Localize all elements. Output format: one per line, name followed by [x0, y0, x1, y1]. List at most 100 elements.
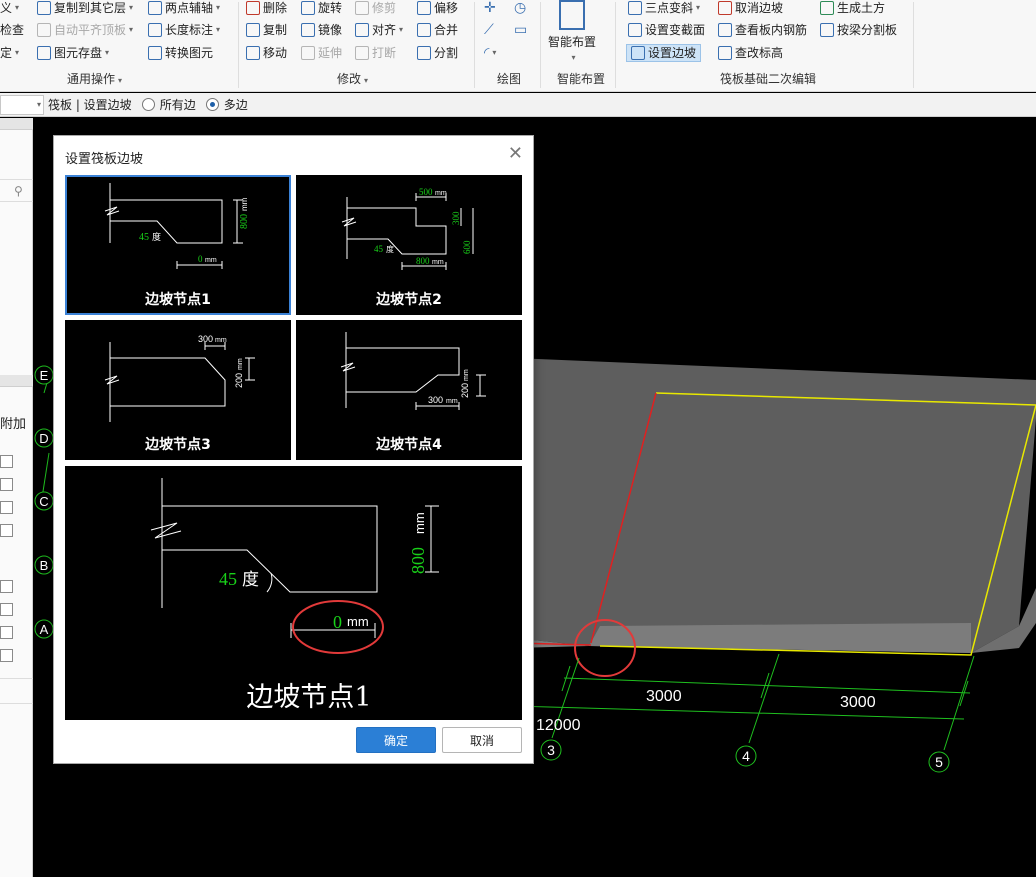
- svg-text:度: 度: [242, 570, 259, 590]
- slope-node-option-3[interactable]: 300 mm 200 mm 边坡节点3: [65, 320, 291, 460]
- group-separator: [615, 2, 616, 88]
- check-button[interactable]: 检查: [0, 22, 24, 38]
- slope-node-option-4[interactable]: 200 mm 300 mm 边坡节点4: [296, 320, 522, 460]
- length-dimension-button[interactable]: 长度标注 ▾: [148, 22, 220, 38]
- rectangle-icon: ▭: [514, 22, 528, 38]
- copy-to-layer-button[interactable]: 复制到其它层 ▾: [37, 0, 133, 16]
- extend-button[interactable]: 延伸: [301, 45, 342, 61]
- move-icon: [246, 46, 260, 60]
- checkbox[interactable]: [0, 455, 13, 468]
- line-draw-button[interactable]: ⟋: [484, 22, 494, 38]
- slope-node-option-2[interactable]: 500 mm 300 600 45 度 800 mm 边坡节点2: [296, 175, 522, 315]
- slope-node-preview[interactable]: 45 度 800 mm 0 mm 边坡节点1: [65, 466, 522, 720]
- slope-node-option-1[interactable]: 45 度 800 mm 0 mm 边坡节点1: [65, 175, 291, 315]
- generate-earthwork-button[interactable]: 生成土方: [820, 0, 885, 16]
- radio-all-edges[interactable]: [141, 98, 155, 111]
- point-draw-button[interactable]: ✛: [484, 0, 496, 16]
- checkbox[interactable]: [0, 478, 13, 491]
- radio-all-edges-label[interactable]: 所有边: [160, 96, 196, 113]
- svg-text:45: 45: [139, 232, 149, 243]
- slope-node-1-diagram: 45 度 800 mm 0 mm 边坡节点1: [104, 183, 250, 308]
- trim-icon: [355, 1, 369, 15]
- svg-text:mm: mm: [412, 512, 427, 534]
- axis-label-5: 5: [935, 754, 943, 770]
- merge-button[interactable]: 合并: [417, 22, 458, 38]
- two-point-axis-button[interactable]: 两点辅轴 ▾: [148, 0, 220, 16]
- dimension-line: [513, 705, 965, 720]
- set-edge-slope-button[interactable]: 设置边坡: [626, 44, 702, 62]
- cancel-slope-icon: [718, 1, 732, 15]
- align-icon: [355, 23, 369, 37]
- cancel-edge-slope-button[interactable]: 取消边坡: [718, 0, 783, 16]
- svg-text:45: 45: [219, 569, 237, 589]
- beam-split-icon: [820, 23, 834, 37]
- set-section-change-button[interactable]: 设置变截面: [628, 22, 705, 38]
- cut-off-label-1[interactable]: 义 ▾: [0, 0, 19, 16]
- offset-button[interactable]: 偏移: [417, 0, 458, 16]
- slope-node-2-label: 边坡节点2: [375, 291, 442, 308]
- radio-multi-edges[interactable]: [205, 98, 219, 111]
- copy-button[interactable]: 复制: [246, 22, 287, 38]
- copy-layer-icon: [37, 1, 51, 15]
- slope-node-4-diagram: 200 mm 300 mm 边坡节点4: [340, 332, 486, 453]
- convert-element-button[interactable]: 转换图元: [148, 45, 213, 61]
- svg-text:mm: mm: [432, 259, 444, 266]
- circle-draw-button[interactable]: ◷: [514, 0, 526, 16]
- svg-text:mm: mm: [446, 398, 458, 405]
- panel-row[interactable]: [0, 158, 33, 180]
- trim-button[interactable]: 修剪: [355, 0, 396, 16]
- svg-text:度: 度: [386, 244, 394, 254]
- layer-combo[interactable]: ▾: [0, 94, 44, 115]
- group-separator: [540, 2, 541, 88]
- svg-text:800: 800: [239, 214, 250, 229]
- axis-label-a: A: [40, 622, 49, 637]
- checkbox[interactable]: [0, 524, 13, 537]
- svg-text:mm: mm: [237, 358, 244, 370]
- cut-off-label-3[interactable]: 定 ▾: [0, 45, 19, 61]
- auto-align-top-button[interactable]: 自动平齐顶板 ▾: [37, 22, 133, 38]
- view-elevation-button[interactable]: 查改标高: [718, 45, 783, 61]
- radio-multi-edges-label[interactable]: 多边: [224, 96, 248, 113]
- mirror-button[interactable]: 镜像: [301, 22, 342, 38]
- convert-icon: [148, 46, 162, 60]
- circle-icon: ◷: [514, 0, 527, 16]
- delete-icon: [246, 1, 260, 15]
- break-button[interactable]: 打断: [355, 45, 396, 61]
- cancel-button[interactable]: 取消: [442, 727, 522, 753]
- extend-icon: [301, 46, 315, 60]
- checkbox[interactable]: [0, 580, 13, 593]
- checkbox[interactable]: [0, 626, 13, 639]
- slope-node-4-label: 边坡节点4: [375, 436, 442, 453]
- split-by-beam-button[interactable]: 按梁分割板: [820, 22, 897, 38]
- smart-layout-button[interactable]: 智能布置 ▾: [548, 0, 596, 66]
- split-button[interactable]: 分割: [417, 45, 458, 61]
- rebar-icon: [718, 23, 732, 37]
- three-point-slope-button[interactable]: 三点变斜 ▾: [628, 0, 700, 16]
- close-icon[interactable]: ✕: [508, 144, 523, 164]
- delete-button[interactable]: 删除: [246, 0, 287, 16]
- view-inner-rebar-button[interactable]: 查看板内钢筋: [718, 22, 807, 38]
- axis-label-c: C: [39, 494, 48, 509]
- align-top-icon: [37, 23, 51, 37]
- checkbox[interactable]: [0, 501, 13, 514]
- ribbon: 义 ▾ 检查 定 ▾ 复制到其它层 ▾ 自动平齐顶板 ▾ 图元存盘 ▾ 两点辅轴 ▾ 长度标…: [0, 0, 1036, 92]
- save-element-button[interactable]: 图元存盘 ▾: [37, 45, 109, 61]
- svg-text:mm: mm: [240, 197, 249, 211]
- arc-draw-button[interactable]: ◜ ▾: [484, 45, 496, 61]
- left-panel: ⚲ 附加: [0, 118, 33, 877]
- align-button[interactable]: 对齐 ▾: [355, 22, 403, 38]
- axis-line: [748, 653, 780, 744]
- rotate-button[interactable]: 旋转: [301, 0, 342, 16]
- ok-button[interactable]: 确定: [356, 727, 436, 753]
- section-icon: [628, 23, 642, 37]
- preview-label: 边坡节点1: [246, 682, 371, 713]
- rect-draw-button[interactable]: ▭: [514, 22, 527, 38]
- panel-label-add: 附加: [0, 417, 27, 432]
- checkbox[interactable]: [0, 603, 13, 616]
- split-icon: [417, 46, 431, 60]
- divider: [0, 201, 33, 202]
- checkbox[interactable]: [0, 649, 13, 662]
- dimension-tick: [959, 680, 969, 707]
- move-button[interactable]: 移动: [246, 45, 287, 61]
- search-icon[interactable]: ⚲: [14, 184, 23, 198]
